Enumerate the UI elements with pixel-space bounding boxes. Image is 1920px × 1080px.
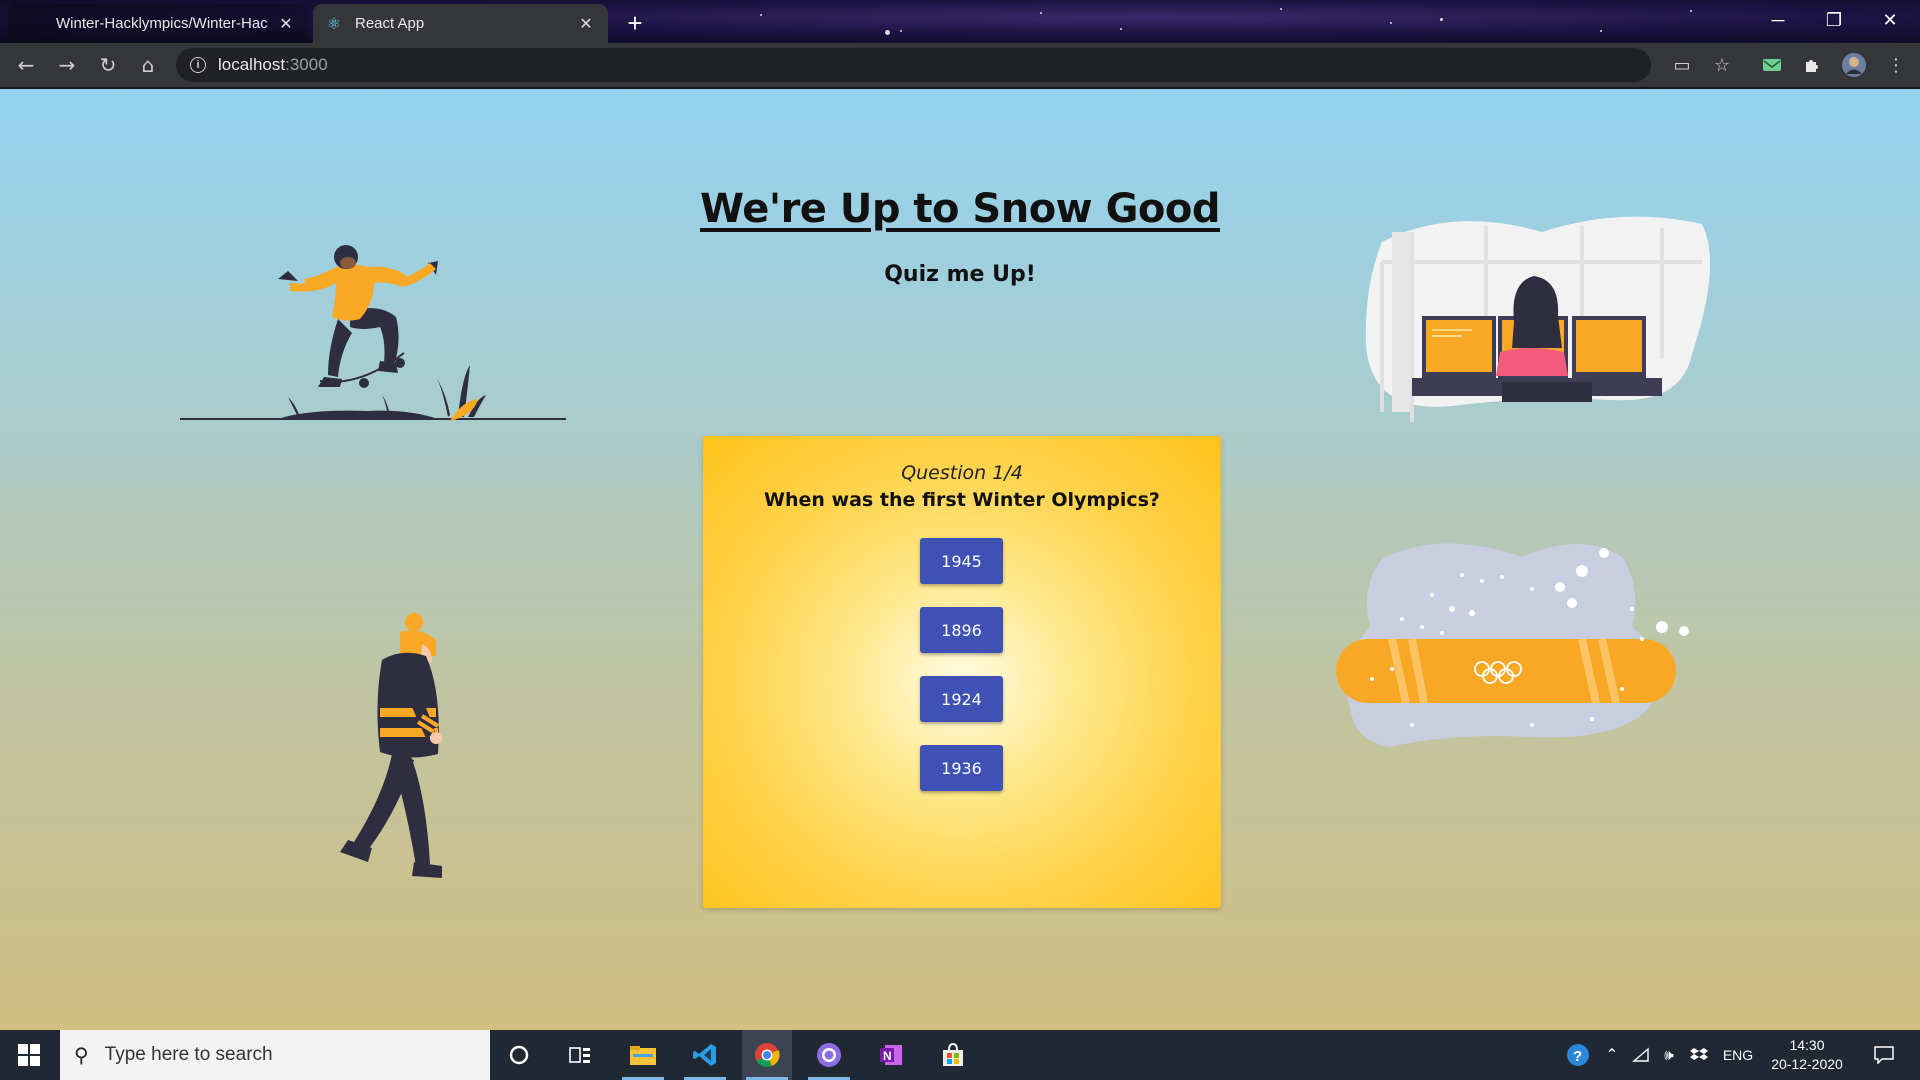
desk-monitors-illustration bbox=[1365, 216, 1710, 422]
vscode-icon[interactable] bbox=[680, 1030, 730, 1080]
extensions-puzzle-icon[interactable] bbox=[1792, 45, 1832, 85]
answer-button-1936[interactable]: 1936 bbox=[920, 745, 1003, 791]
question-counter: Question 1/4 bbox=[901, 462, 1023, 484]
task-view-icon[interactable] bbox=[555, 1030, 605, 1080]
windows-start-icon[interactable] bbox=[0, 1030, 58, 1080]
minimize-icon[interactable]: ─ bbox=[1750, 0, 1806, 40]
menu-icon[interactable]: ⋮ bbox=[1876, 45, 1916, 85]
clock-date: 20-12-2020 bbox=[1771, 1056, 1843, 1072]
file-explorer-icon[interactable] bbox=[618, 1030, 668, 1080]
chrome-icon[interactable] bbox=[742, 1030, 792, 1080]
reload-icon[interactable]: ↻ bbox=[88, 45, 128, 85]
question-text: When was the first Winter Olympics? bbox=[764, 489, 1160, 511]
address-host: localhost bbox=[218, 55, 286, 74]
taskbar-search-placeholder: Type here to search bbox=[104, 1044, 273, 1065]
answer-button-1924[interactable]: 1924 bbox=[920, 676, 1003, 722]
tab-github[interactable]: Winter-Hacklympics/Winter-Hac ✕ bbox=[8, 4, 308, 43]
close-icon[interactable]: ✕ bbox=[276, 14, 296, 34]
browser-tab-strip: Winter-Hacklympics/Winter-Hac ✕ ⚛ React … bbox=[0, 0, 1920, 43]
profile-avatar[interactable] bbox=[1834, 45, 1874, 85]
tab-react-app[interactable]: ⚛ React App ✕ bbox=[313, 4, 608, 43]
search-icon: ⚲ bbox=[74, 1044, 89, 1067]
wifi-icon[interactable] bbox=[1628, 1030, 1654, 1080]
snowboard-illustration bbox=[1336, 543, 1689, 747]
dropbox-icon[interactable] bbox=[1686, 1030, 1712, 1080]
restore-icon[interactable]: ❐ bbox=[1806, 0, 1862, 40]
clock-time: 14:30 bbox=[1789, 1037, 1825, 1053]
back-icon[interactable]: ← bbox=[6, 45, 46, 85]
cortana-icon[interactable] bbox=[494, 1030, 544, 1080]
bookmark-star-icon[interactable]: ☆ bbox=[1702, 45, 1742, 85]
browser-toolbar: ← → ↻ ⌂ i localhost:3000 ▭ ☆ ⋮ bbox=[0, 43, 1920, 87]
onenote-icon[interactable]: N bbox=[866, 1030, 916, 1080]
walking-person-illustration bbox=[340, 613, 442, 878]
window-close-icon[interactable]: ✕ bbox=[1862, 0, 1918, 40]
volume-icon[interactable]: 🕪 bbox=[1656, 1030, 1682, 1080]
new-tab-button[interactable]: + bbox=[620, 8, 650, 38]
extension-mail-icon[interactable] bbox=[1752, 45, 1792, 85]
clock[interactable]: 14:30 20-12-2020 bbox=[1764, 1030, 1850, 1080]
cast-icon[interactable]: ▭ bbox=[1662, 45, 1702, 85]
svg-text:N: N bbox=[883, 1049, 892, 1063]
taskbar-search-input[interactable]: ⚲ Type here to search bbox=[60, 1030, 490, 1080]
microsoft-store-icon[interactable] bbox=[928, 1030, 978, 1080]
tab-react-app-label: React App bbox=[355, 15, 425, 32]
tab-github-label: Winter-Hacklympics/Winter-Hac bbox=[56, 15, 268, 32]
windows-taskbar: ⚲ Type here to search N ? ⌃ 🕪 ENG 14:30 … bbox=[0, 1030, 1920, 1080]
page-viewport: We're Up to Snow Good Quiz me Up! Questi… bbox=[0, 89, 1920, 1030]
address-bar[interactable]: i localhost:3000 bbox=[176, 48, 1651, 82]
github-desktop-icon[interactable] bbox=[804, 1030, 854, 1080]
quiz-card: Question 1/4 When was the first Winter O… bbox=[703, 436, 1221, 908]
skateboarder-illustration bbox=[180, 245, 566, 421]
svg-text:?: ? bbox=[1573, 1048, 1582, 1065]
answer-button-1896[interactable]: 1896 bbox=[920, 607, 1003, 653]
help-icon[interactable]: ? bbox=[1562, 1030, 1594, 1080]
forward-icon[interactable]: → bbox=[47, 45, 87, 85]
language-indicator[interactable]: ENG bbox=[1718, 1030, 1758, 1080]
home-icon[interactable]: ⌂ bbox=[128, 45, 168, 85]
react-icon: ⚛ bbox=[326, 15, 342, 33]
chevron-up-icon[interactable]: ⌃ bbox=[1600, 1030, 1624, 1080]
address-port: :3000 bbox=[285, 55, 328, 74]
notifications-icon[interactable] bbox=[1864, 1030, 1904, 1080]
close-icon[interactable]: ✕ bbox=[576, 14, 596, 34]
answer-button-1945[interactable]: 1945 bbox=[920, 538, 1003, 584]
site-info-icon[interactable]: i bbox=[190, 57, 206, 73]
